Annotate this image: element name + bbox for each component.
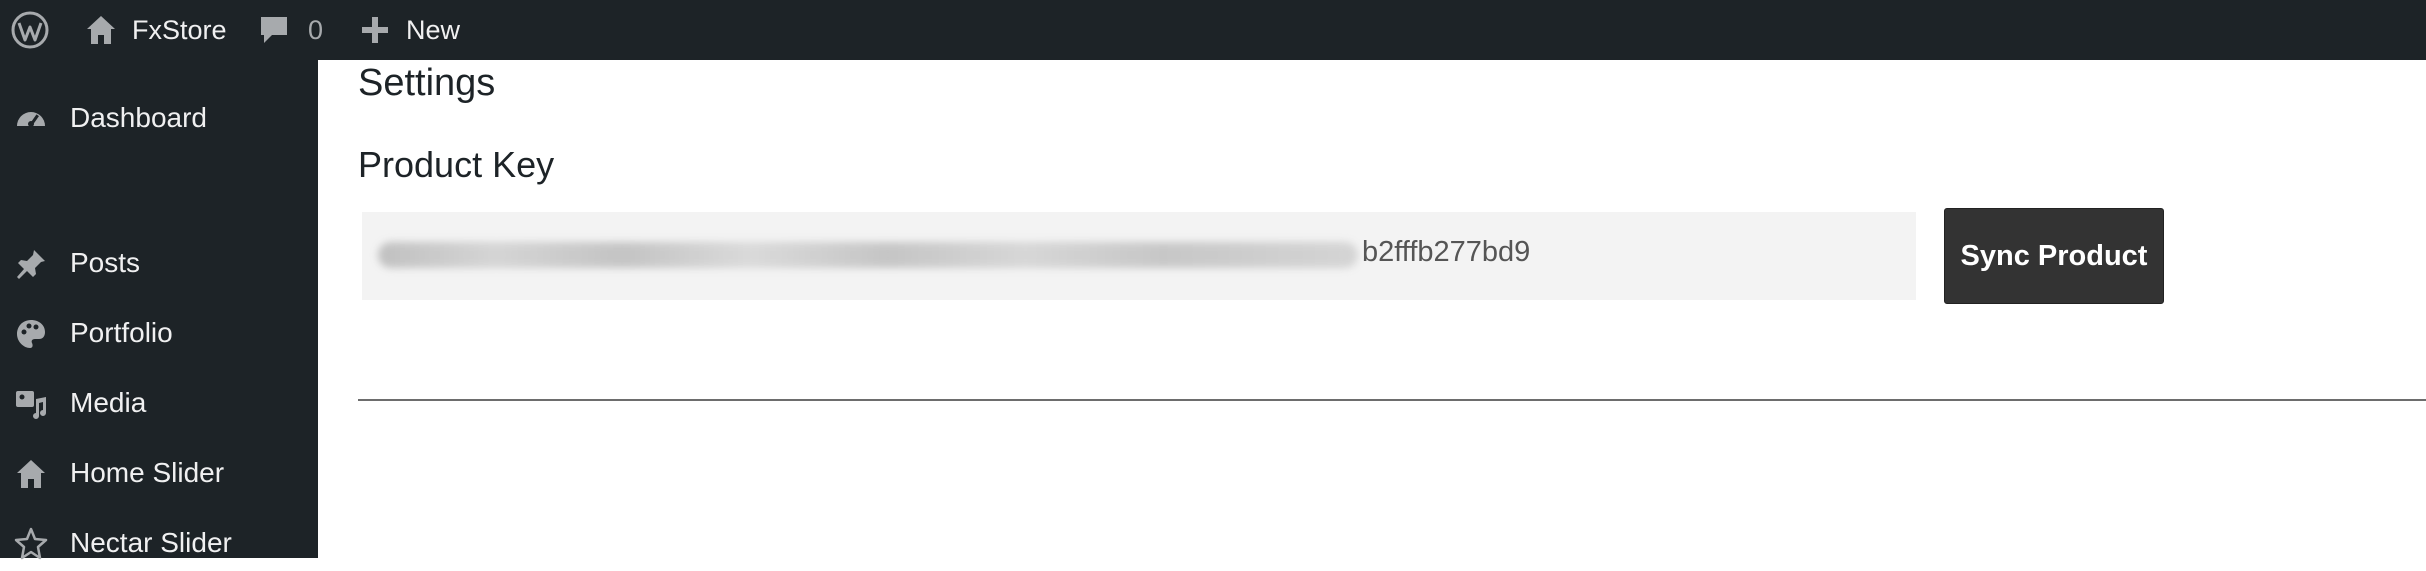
sync-product-button[interactable]: Sync Product [1944,208,2164,304]
palette-icon [17,320,45,348]
home-icon [87,16,115,44]
admin-bar: FxStore 0 New [0,0,2426,60]
redacted-key-text [378,242,1358,268]
product-key-input[interactable]: b2fffb277bd9 [362,212,1916,300]
sidebar-item-label: Home Slider [70,457,225,488]
comments-count: 0 [308,14,324,45]
sidebar-item-label: Nectar Slider [70,527,232,558]
comment-icon [261,17,287,43]
plus-icon [362,17,388,43]
site-name-link[interactable]: FxStore [84,0,227,60]
sidebar-item-dashboard[interactable]: Dashboard [0,90,318,146]
sidebar-item-label: Posts [70,247,141,278]
main-content: Settings Product Key b2fffb277bd9 Sync P… [318,60,2426,558]
sidebar-item-portfolio[interactable]: Portfolio [0,305,318,361]
sidebar-item-label: Dashboard [70,102,207,133]
sidebar-item-label: Media [70,387,147,418]
star-icon [14,527,48,560]
page-title: Settings [358,62,496,104]
comments-link[interactable]: 0 [258,0,323,60]
product-key-label: Product Key [358,144,555,185]
product-key-suffix: b2fffb277bd9 [1362,236,1531,268]
sidebar-item-media[interactable]: Media [0,375,318,431]
divider [358,399,2426,401]
sidebar-item-nectar-slider[interactable]: Nectar Slider [0,515,318,571]
sidebar-item-label: Portfolio [70,317,173,348]
new-content-link[interactable]: New [360,0,460,60]
sidebar-item-home-slider[interactable]: Home Slider [0,445,318,501]
sidebar-item-posts[interactable]: Posts [0,235,318,291]
wordpress-logo-icon[interactable] [10,0,50,60]
dashboard-icon [17,112,45,127]
pin-icon [17,250,45,279]
site-name: FxStore [132,14,227,45]
home-icon [17,460,45,488]
new-label: New [406,14,461,45]
admin-sidebar: Dashboard Posts Portfolio Media Home Sli… [0,60,318,560]
media-icon [16,391,46,419]
